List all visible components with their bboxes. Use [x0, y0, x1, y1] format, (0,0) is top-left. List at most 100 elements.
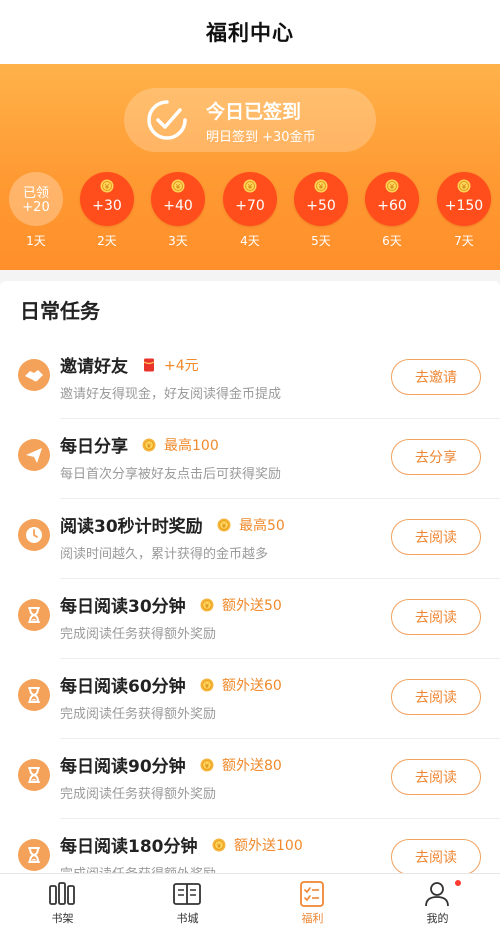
task-title: 每日分享 [60, 437, 128, 457]
checkin-day-3[interactable]: ¥ +40 3天 [150, 172, 206, 249]
day-reward-circle: ¥ +150 [437, 172, 491, 226]
share-button[interactable]: 去分享 [391, 439, 481, 475]
day-label: 5天 [311, 234, 331, 248]
coin-icon: ¥ [200, 598, 214, 612]
day-label: 6天 [382, 234, 402, 248]
checkin-day-5[interactable]: ¥ +50 5天 [293, 172, 349, 249]
task-title: 每日阅读30分钟 [60, 597, 186, 617]
checkin-day-7[interactable]: ¥ +150 7天 [436, 172, 492, 249]
task-reward: +4元 [142, 355, 199, 375]
checkin-day-4[interactable]: ¥ +70 4天 [222, 172, 278, 249]
day-label: 2天 [97, 234, 117, 248]
coin-icon: ¥ [171, 179, 185, 193]
coin-icon: ¥ [457, 179, 471, 193]
checkin-day-6[interactable]: ¥ +60 6天 [364, 172, 420, 249]
paper-plane-icon [18, 439, 50, 471]
svg-text:¥: ¥ [205, 682, 209, 690]
task-title: 每日阅读180分钟 [60, 837, 198, 857]
task-daily-share: 每日分享 ¥ 最高100 每日首次分享被好友点击后可获得奖励 去分享 [0, 419, 500, 499]
checkin-subtitle: 明日签到 +30金币 [206, 130, 316, 145]
task-description: 邀请好友得现金，好友阅读得金币提成 [60, 387, 282, 402]
day-label: 7天 [454, 234, 474, 248]
read-button[interactable]: 去阅读 [391, 839, 481, 875]
task-description: 完成阅读任务获得额外奖励 [60, 627, 217, 642]
task-title: 每日阅读90分钟 [60, 757, 186, 777]
day-amount: +70 [235, 198, 265, 214]
coin-icon: ¥ [217, 518, 231, 532]
book-open-icon [173, 883, 201, 905]
task-reward-text: +4元 [164, 358, 199, 374]
invite-button[interactable]: 去邀请 [391, 359, 481, 395]
tab-welfare[interactable]: 福利 [250, 874, 375, 926]
task-reward-text: 额外送80 [222, 758, 282, 774]
task-reward: ¥ 最高50 [217, 515, 285, 535]
day-reward-circle: ¥ +30 [80, 172, 134, 226]
tab-bookshelf[interactable]: 书架 [0, 874, 125, 926]
day-amount: +60 [377, 198, 407, 214]
day-reward-circle: ¥ +40 [151, 172, 205, 226]
task-reward-text: 额外送50 [222, 598, 282, 614]
task-reward: ¥ 额外送80 [200, 755, 282, 775]
read-button[interactable]: 去阅读 [391, 759, 481, 795]
svg-text:¥: ¥ [105, 183, 110, 191]
day-claimed-label: 已领 [22, 186, 49, 201]
svg-text:¥: ¥ [248, 183, 253, 191]
svg-text:¥: ¥ [205, 602, 209, 610]
day-reward-circle: ¥ +60 [365, 172, 419, 226]
task-title: 阅读30秒计时奖励 [60, 517, 203, 537]
task-description: 完成阅读任务获得额外奖励 [60, 787, 217, 802]
task-read-30-minutes: 每日阅读30分钟 ¥ 额外送50 完成阅读任务获得额外奖励 去阅读 [0, 579, 500, 659]
read-button[interactable]: 去阅读 [391, 599, 481, 635]
day-reward-circle: ¥ +50 [294, 172, 348, 226]
user-icon [425, 882, 449, 907]
checkin-status-pill: 今日已签到 明日签到 +30金币 [124, 88, 376, 152]
tab-label: 书架 [51, 912, 74, 925]
bookshelf-icon [49, 882, 75, 905]
coin-icon: ¥ [243, 179, 257, 193]
task-reward-text: 额外送60 [222, 678, 282, 694]
day-reward-circle: ¥ +70 [223, 172, 277, 226]
day-label: 4天 [240, 234, 260, 248]
checkin-day-1[interactable]: 已领 +20 1天 [8, 172, 64, 249]
day-amount: +50 [306, 198, 336, 214]
tab-label: 书城 [176, 912, 199, 925]
check-circle-icon [147, 100, 187, 140]
hourglass-icon [18, 599, 50, 631]
clock-icon [18, 519, 50, 551]
page-header: 福利中心 [0, 0, 500, 64]
checkin-day-2[interactable]: ¥ +30 2天 [79, 172, 135, 249]
hourglass-icon [18, 679, 50, 711]
notification-dot [455, 880, 461, 886]
svg-text:¥: ¥ [319, 183, 324, 191]
coin-icon: ¥ [200, 758, 214, 772]
svg-text:¥: ¥ [462, 183, 467, 191]
task-read-30-seconds: 阅读30秒计时奖励 ¥ 最高50 阅读时间越久，累计获得的金币越多 去阅读 [0, 499, 500, 579]
task-read-60-minutes: 每日阅读60分钟 ¥ 额外送60 完成阅读任务获得额外奖励 去阅读 [0, 659, 500, 739]
task-title: 邀请好友 [60, 357, 128, 377]
day-label: 3天 [168, 234, 188, 248]
hourglass-icon [18, 839, 50, 871]
coin-icon: ¥ [314, 179, 328, 193]
tab-bookstore[interactable]: 书城 [125, 874, 250, 926]
coin-icon: ¥ [385, 179, 399, 193]
read-button[interactable]: 去阅读 [391, 679, 481, 715]
task-title: 每日阅读60分钟 [60, 677, 186, 697]
day-amount: +40 [163, 198, 193, 214]
checkin-days: 已领 +20 1天 ¥ +30 2天 ¥ +40 3天 ¥ +70 4天 ¥ +… [0, 172, 500, 262]
task-reward-text: 最高50 [239, 518, 285, 534]
task-reward: ¥ 额外送50 [200, 595, 282, 615]
svg-text:¥: ¥ [217, 842, 221, 850]
task-reward: ¥ 最高100 [142, 435, 219, 455]
task-invite-friends: 邀请好友 +4元 邀请好友得现金，好友阅读得金币提成 去邀请 [0, 339, 500, 419]
tab-mine[interactable]: 我的 [375, 874, 500, 926]
page-title: 福利中心 [206, 21, 294, 45]
day-amount: +20 [22, 200, 50, 215]
tab-label: 我的 [426, 912, 449, 925]
task-read-90-minutes: 每日阅读90分钟 ¥ 额外送80 完成阅读任务获得额外奖励 去阅读 [0, 739, 500, 819]
svg-text:¥: ¥ [176, 183, 181, 191]
svg-text:¥: ¥ [222, 522, 226, 530]
read-button[interactable]: 去阅读 [391, 519, 481, 555]
task-description: 阅读时间越久，累计获得的金币越多 [60, 547, 269, 562]
task-description: 每日首次分享被好友点击后可获得奖励 [60, 467, 282, 482]
coin-icon: ¥ [142, 438, 156, 452]
